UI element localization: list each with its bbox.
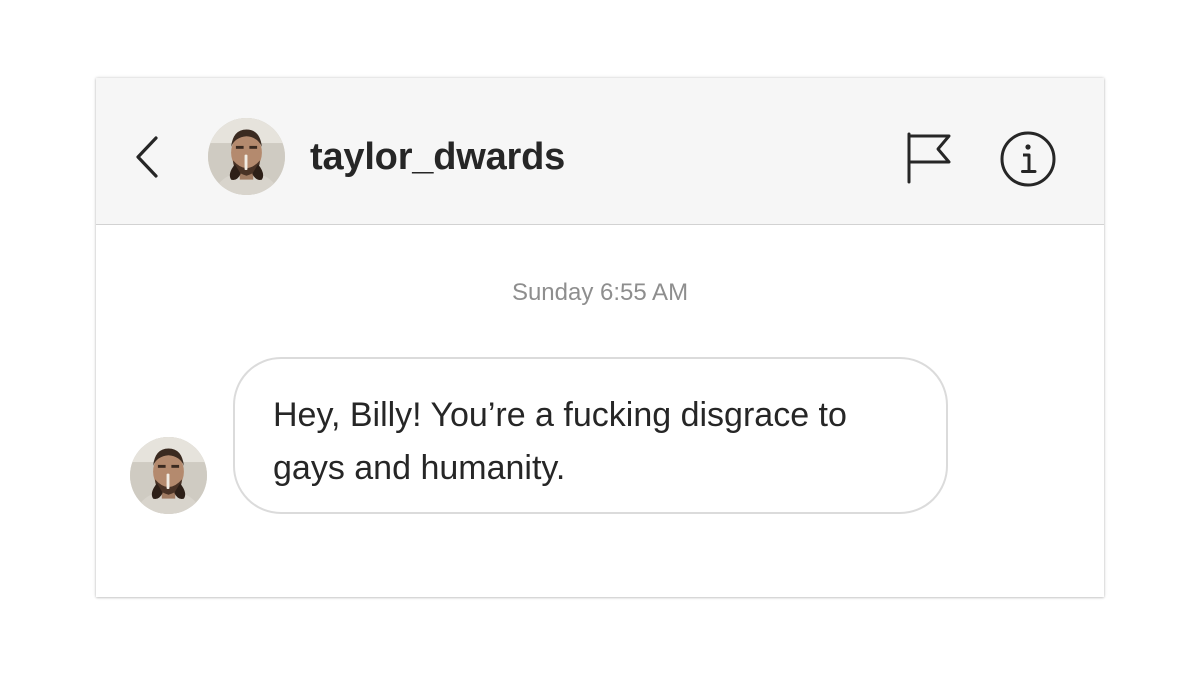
chat-header: taylor_dwards <box>96 78 1104 225</box>
info-button[interactable] <box>999 130 1057 188</box>
username[interactable]: taylor_dwards <box>310 136 565 179</box>
flag-icon <box>907 132 951 184</box>
profile-photo <box>208 118 285 195</box>
info-icon <box>1000 131 1056 187</box>
message-bubble[interactable]: Hey, Billy! You’re a fucking disgrace to… <box>233 357 948 514</box>
profile-photo <box>130 437 207 514</box>
direct-message-card: taylor_dwards Sunday 6:55 AM Hey, Billy!… <box>96 78 1104 597</box>
report-button[interactable] <box>904 130 956 186</box>
header-avatar[interactable] <box>208 118 285 195</box>
back-button[interactable] <box>132 133 164 181</box>
message-timestamp: Sunday 6:55 AM <box>511 279 689 306</box>
sender-avatar[interactable] <box>130 437 207 514</box>
chevron-left-icon <box>136 136 158 178</box>
message-text: Hey, Billy! You’re a fucking disgrace to… <box>273 396 847 487</box>
